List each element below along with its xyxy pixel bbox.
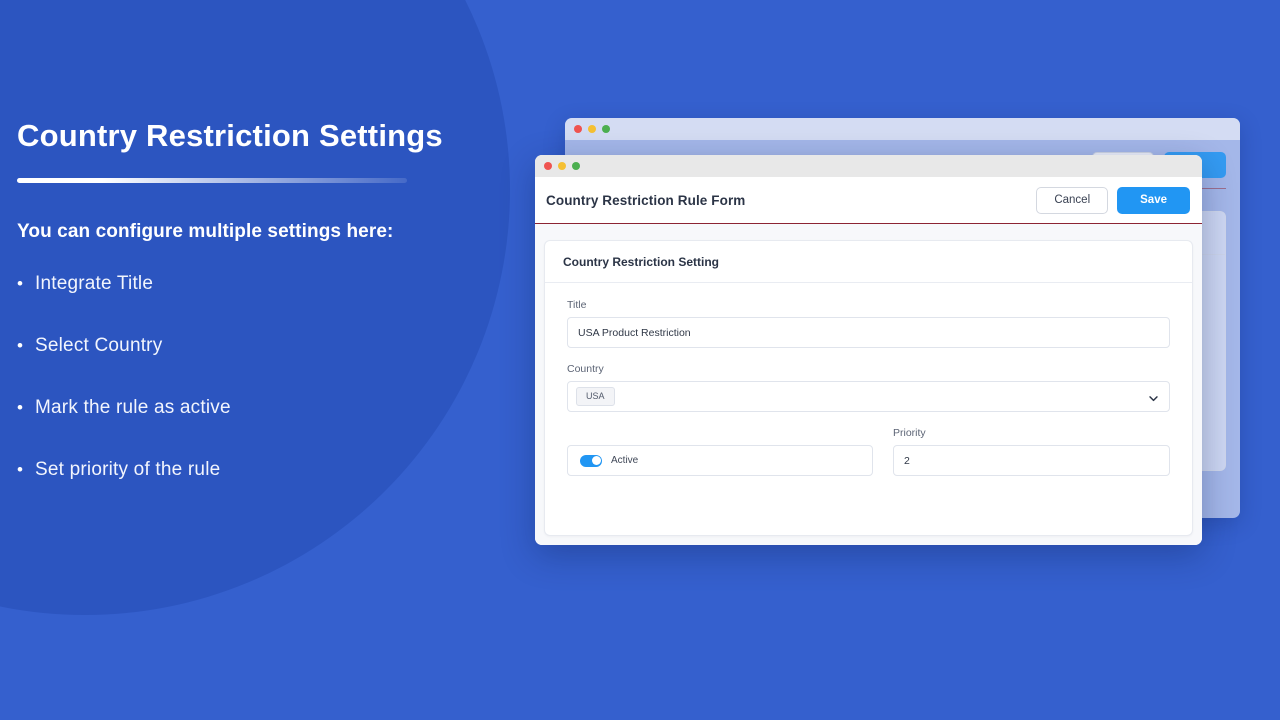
panel-subheading: You can configure multiple settings here… — [17, 220, 394, 242]
bullet-dot-icon: • — [17, 273, 24, 293]
country-restriction-rule-form-window: Country Restriction Rule Form Cancel Sav… — [535, 155, 1202, 545]
title-field-group: Title — [567, 299, 1170, 348]
country-field-label: Country — [567, 363, 604, 375]
title-input[interactable] — [567, 317, 1170, 348]
active-toggle-control[interactable]: Active — [567, 445, 873, 476]
list-item: • Mark the rule as active — [17, 397, 520, 419]
priority-field-label: Priority — [893, 427, 926, 439]
chevron-down-icon[interactable] — [1148, 391, 1159, 402]
window-titlebar[interactable] — [535, 155, 1202, 177]
modal-body: Country Restriction Setting Title Countr… — [535, 224, 1202, 545]
modal-header: Country Restriction Rule Form Cancel Sav… — [535, 177, 1202, 224]
close-red-icon — [574, 125, 582, 133]
toggle-knob — [591, 456, 601, 465]
save-button[interactable]: Save — [1117, 186, 1190, 214]
country-select[interactable]: USA — [567, 381, 1170, 412]
page-title: Country Restriction Settings — [17, 118, 443, 153]
modal-title: Country Restriction Rule Form — [546, 192, 746, 208]
list-item: • Integrate Title — [17, 273, 520, 295]
cancel-button[interactable]: Cancel — [1036, 186, 1109, 214]
minimize-yellow-icon[interactable] — [558, 162, 566, 170]
feature-bullet-list: • Integrate Title • Select Country • Mar… — [17, 273, 520, 481]
list-item-label: Mark the rule as active — [35, 396, 231, 418]
close-red-icon[interactable] — [544, 162, 552, 170]
country-restriction-setting-card: Country Restriction Setting Title Countr… — [544, 240, 1193, 536]
minimize-yellow-icon — [588, 125, 596, 133]
bullet-dot-icon: • — [17, 397, 24, 417]
card-title: Country Restriction Setting — [545, 241, 1192, 283]
card-body: Title Country USA — [545, 283, 1192, 476]
title-underline-divider — [17, 177, 407, 183]
list-item: • Set priority of the rule — [17, 459, 520, 481]
country-selected-chip[interactable]: USA — [576, 387, 615, 406]
background-window-titlebar — [565, 118, 1240, 140]
active-toggle-switch[interactable] — [580, 454, 602, 467]
title-field-label: Title — [567, 299, 587, 311]
maximize-green-icon[interactable] — [572, 162, 580, 170]
list-item-label: Set priority of the rule — [35, 458, 221, 480]
list-item-label: Integrate Title — [35, 272, 154, 294]
bullet-dot-icon: • — [17, 335, 24, 355]
country-field-group: Country USA — [567, 363, 1170, 412]
active-priority-row: Active Priority — [567, 427, 1170, 476]
priority-field-group: Priority — [893, 427, 1170, 476]
active-toggle-label: Active — [611, 455, 639, 466]
modal-header-actions: Cancel Save — [1036, 186, 1190, 214]
priority-input[interactable] — [893, 445, 1170, 476]
left-info-panel: Country Restriction Settings You can con… — [0, 0, 520, 720]
list-item: • Select Country — [17, 335, 520, 357]
maximize-green-icon — [602, 125, 610, 133]
list-item-label: Select Country — [35, 334, 163, 356]
bullet-dot-icon: • — [17, 459, 24, 479]
